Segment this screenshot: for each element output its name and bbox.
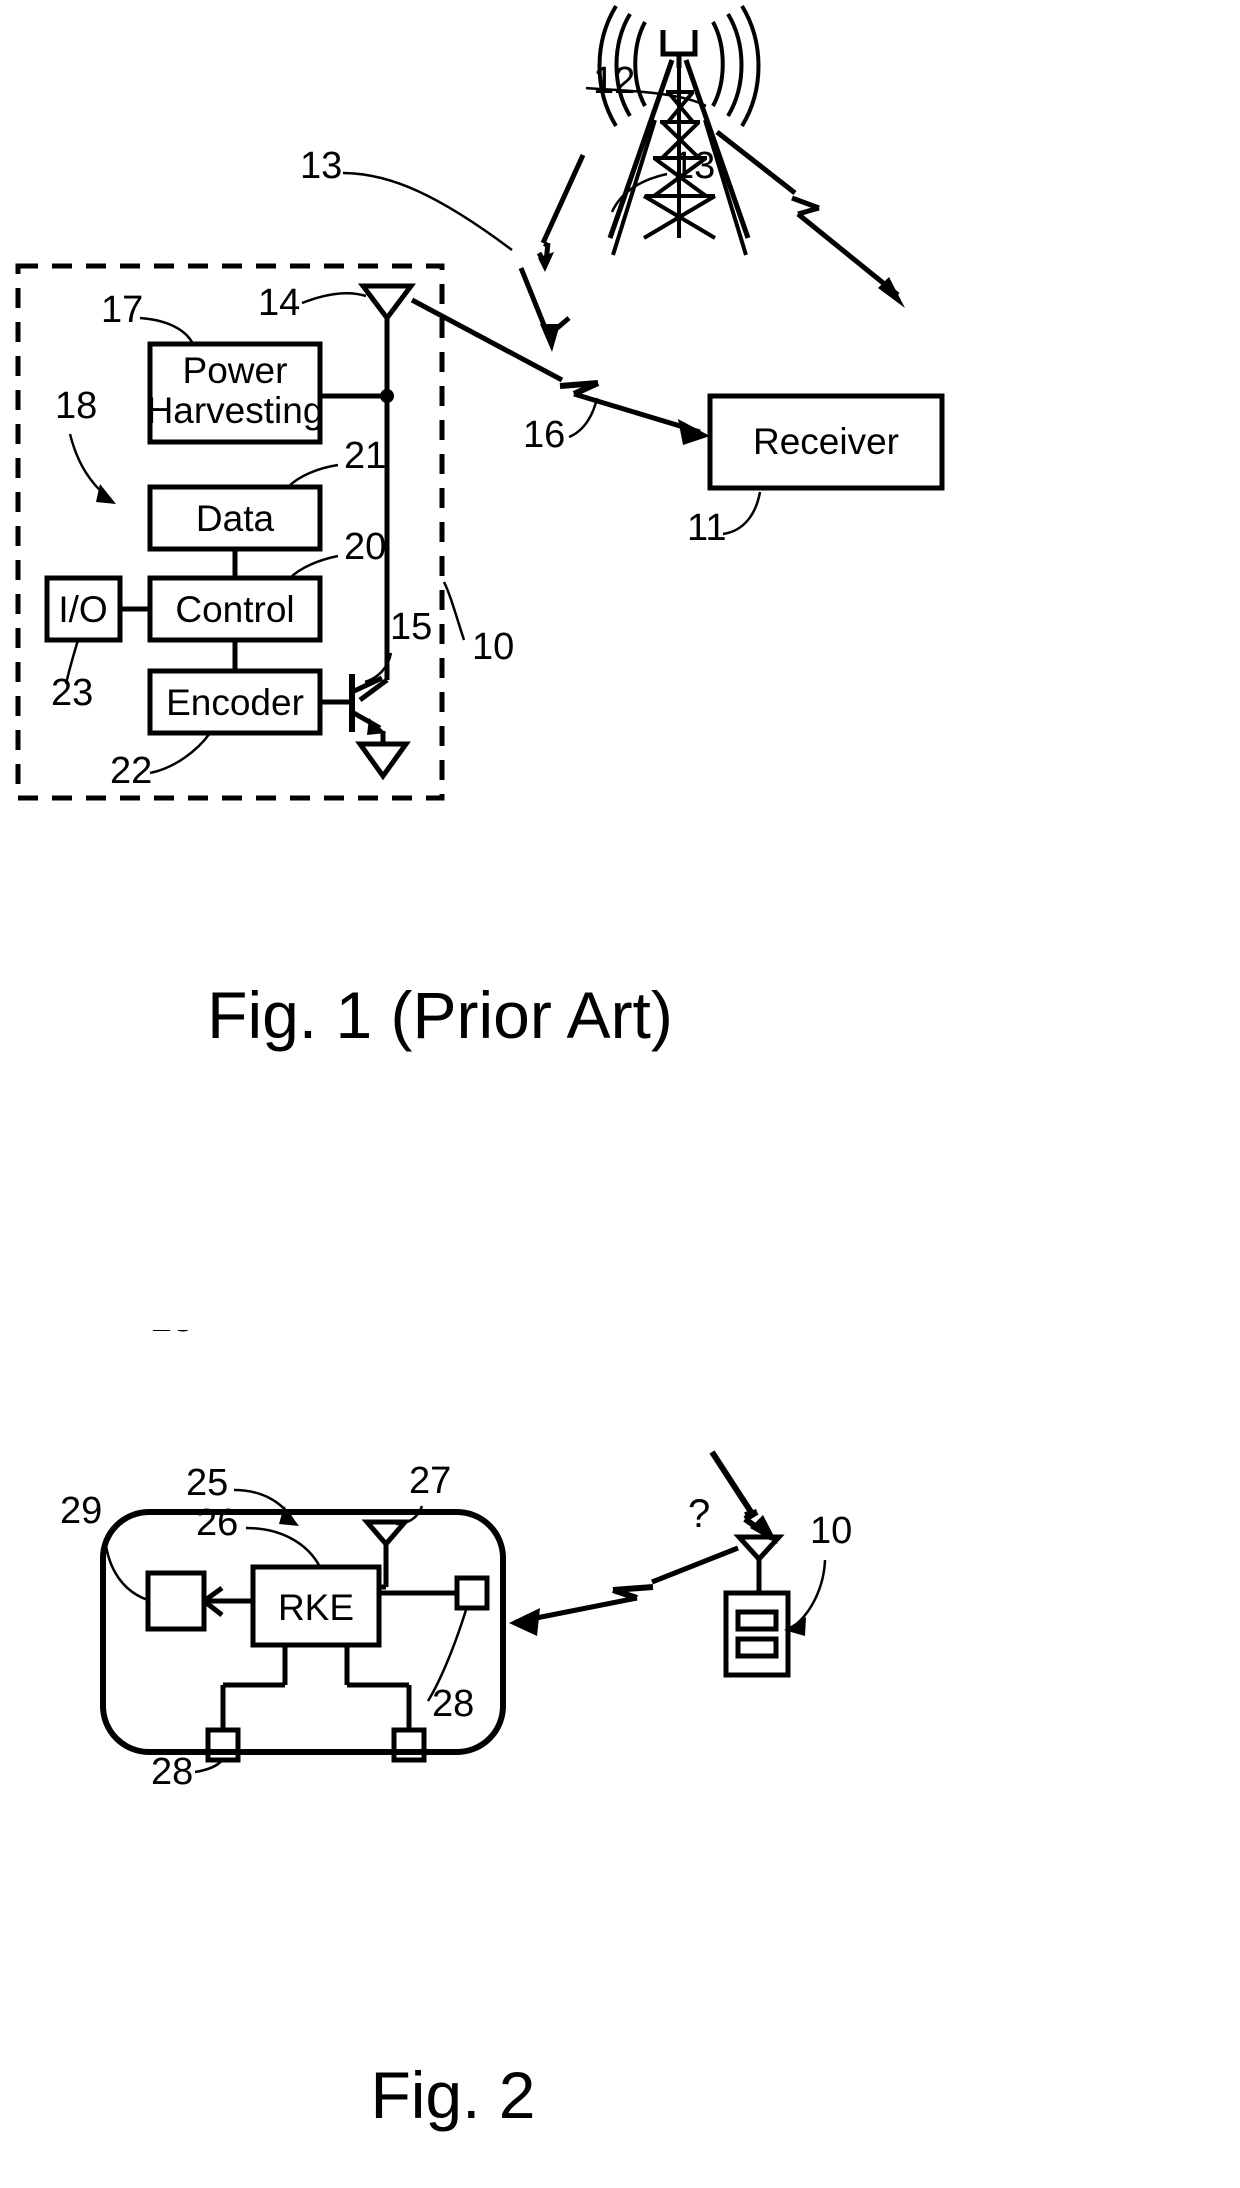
leader-line-10-fig2 (793, 1559, 827, 1627)
ref-14: 14 (258, 282, 300, 324)
ref-11: 11 (687, 507, 726, 549)
ref-22: 22 (110, 750, 152, 792)
block-receiver-label: Receiver (753, 421, 899, 462)
sensor-bottom-left (205, 1727, 241, 1763)
ref-20: 20 (344, 526, 386, 568)
rf-signal-13-right (715, 130, 905, 308)
block-io-label: I/O (58, 589, 107, 630)
ref-17: 17 (101, 289, 143, 331)
ref-28-right: 28 (432, 1683, 474, 1725)
ref-13-right: 13 (673, 145, 715, 187)
block-actuator (145, 1570, 207, 1632)
block-power-harvesting-label-line1: Power (183, 350, 288, 391)
ref-26: 26 (196, 1502, 238, 1544)
leader-line-21 (287, 463, 339, 488)
ref-23: 23 (51, 672, 93, 714)
leader-line-22 (149, 732, 212, 775)
leader-line-11 (722, 491, 762, 536)
rf-signal-fob-to-vehicle (509, 1545, 739, 1636)
block-data-label: Data (196, 498, 275, 539)
leader-line-16 (568, 397, 599, 439)
ref-28-bottom: 28 (151, 1751, 193, 1793)
ground-symbol-icon (355, 741, 411, 781)
key-fob-icon (723, 1534, 791, 1678)
leader-line-13-left (342, 171, 513, 252)
ref-27: 27 (409, 1460, 451, 1502)
block-encoder-label: Encoder (166, 682, 304, 723)
block-rke-label: RKE (278, 1587, 354, 1628)
ref-25: 25 (186, 1462, 228, 1504)
ref-18: 18 (55, 385, 97, 427)
figure-2-caption: Fig. 2 (370, 2058, 535, 2132)
cell-tower-icon (597, 4, 761, 256)
block-power-harvesting-label-line2: Harvesting (147, 390, 324, 431)
leader-line-10-fig1 (442, 581, 466, 641)
leader-line-26 (245, 1526, 322, 1568)
leader-line-20 (289, 554, 339, 579)
rf-signal-13-left (518, 153, 586, 352)
block-control-label: Control (175, 589, 294, 630)
leader-line-14 (301, 291, 367, 305)
figure-2: 25 RKE 26 27 29 28 28 ? 10 Fig. 2 (60, 1330, 852, 2132)
ref-13-left: 13 (300, 145, 342, 187)
ref-28-bottom-left: 28 (151, 1330, 193, 1340)
leader-arrow-18 (96, 484, 116, 504)
ref-29: 29 (60, 1490, 102, 1532)
arrow-rke-to-actuator (202, 1585, 253, 1617)
sensor-bus-wiring (220, 1645, 412, 1730)
ref-15: 15 (390, 606, 432, 648)
sensor-right (454, 1575, 490, 1611)
leader-line-17 (139, 316, 195, 345)
vehicle-antenna-icon (361, 1519, 411, 1590)
figure-1: 12 13 13 14 Power Harvesting 17 18 Data … (15, 4, 945, 1052)
rf-signal-incoming-to-fob (709, 1450, 778, 1544)
ref-10-fig1: 10 (472, 626, 514, 668)
ref-21: 21 (344, 435, 386, 477)
figure-1-caption: Fig. 1 (Prior Art) (207, 978, 673, 1052)
ref-12: 12 (593, 60, 635, 102)
question-mark-annotation: ? (688, 1492, 710, 1536)
transistor-icon (320, 674, 386, 744)
leader-line-29 (103, 1537, 149, 1602)
patent-drawing-sheet: 12 13 13 14 Power Harvesting 17 18 Data … (0, 0, 1240, 2188)
sensor-bottom-right (391, 1727, 427, 1763)
ref-10-fig2: 10 (810, 1510, 852, 1552)
ref-16: 16 (523, 414, 565, 456)
